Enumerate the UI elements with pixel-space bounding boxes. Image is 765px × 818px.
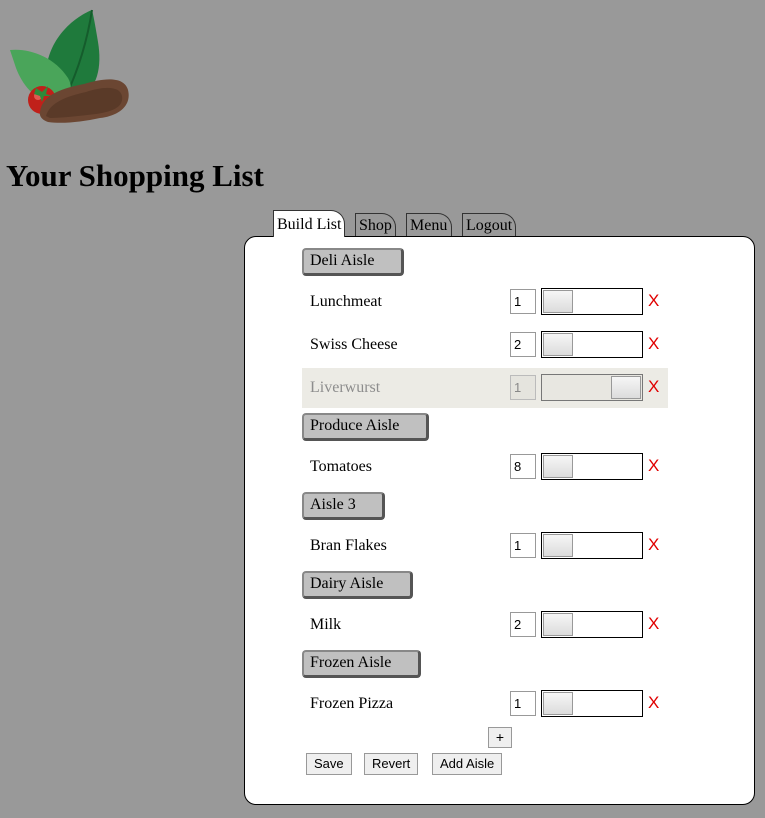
- quantity-input[interactable]: 2: [510, 612, 536, 637]
- save-button[interactable]: Save: [306, 753, 352, 775]
- aisle-button-aisle-3[interactable]: Aisle 3: [302, 492, 385, 520]
- list-item: Lunchmeat 1 X: [302, 282, 668, 322]
- tab-logout[interactable]: Logout: [462, 213, 516, 236]
- quantity-input[interactable]: 1: [510, 289, 536, 314]
- list-item: Swiss Cheese 2 X: [302, 325, 668, 365]
- toggle-knob: [543, 534, 573, 557]
- remove-item-icon[interactable]: X: [648, 377, 659, 397]
- vegetables-steak-logo-icon: [10, 9, 129, 123]
- quantity-input[interactable]: 2: [510, 332, 536, 357]
- revert-button[interactable]: Revert: [364, 753, 419, 775]
- toggle-knob: [543, 455, 573, 478]
- list-item: Frozen Pizza 1 X: [302, 684, 668, 724]
- include-toggle[interactable]: [541, 453, 643, 480]
- aisle-button-dairy[interactable]: Dairy Aisle: [302, 571, 413, 599]
- remove-item-icon[interactable]: X: [648, 614, 659, 634]
- list-item: Bran Flakes 1 X: [302, 526, 668, 566]
- include-toggle[interactable]: [541, 374, 643, 401]
- toggle-knob: [543, 692, 573, 715]
- include-toggle[interactable]: [541, 288, 643, 315]
- toggle-knob: [543, 290, 573, 313]
- list-item-disabled: Liverwurst 1 X: [302, 368, 668, 408]
- tab-shop[interactable]: Shop: [355, 213, 396, 236]
- toggle-knob: [543, 613, 573, 636]
- include-toggle[interactable]: [541, 611, 643, 638]
- remove-item-icon[interactable]: X: [648, 291, 659, 311]
- quantity-input[interactable]: 1: [510, 375, 536, 400]
- include-toggle[interactable]: [541, 331, 643, 358]
- item-name: Tomatoes: [310, 458, 372, 475]
- remove-item-icon[interactable]: X: [648, 456, 659, 476]
- aisle-button-frozen[interactable]: Frozen Aisle: [302, 650, 421, 678]
- remove-item-icon[interactable]: X: [648, 693, 659, 713]
- aisle-button-produce[interactable]: Produce Aisle: [302, 413, 429, 441]
- toggle-knob: [543, 333, 573, 356]
- item-name: Bran Flakes: [310, 537, 387, 554]
- aisle-button-deli[interactable]: Deli Aisle: [302, 248, 404, 276]
- remove-item-icon[interactable]: X: [648, 535, 659, 555]
- include-toggle[interactable]: [541, 532, 643, 559]
- tab-menu[interactable]: Menu: [406, 213, 452, 236]
- list-item: Tomatoes 8 X: [302, 447, 668, 487]
- item-name: Milk: [310, 616, 342, 633]
- list-item: Milk 2 X: [302, 605, 668, 645]
- toggle-knob: [611, 376, 641, 399]
- add-aisle-button[interactable]: Add Aisle: [432, 753, 503, 775]
- quantity-input[interactable]: 8: [510, 454, 536, 479]
- quantity-input[interactable]: 1: [510, 691, 536, 716]
- remove-item-icon[interactable]: X: [648, 334, 659, 354]
- item-name: Frozen Pizza: [310, 695, 394, 712]
- shopping-list-panel: Deli Aisle Lunchmeat 1 X Swiss Cheese 2 …: [244, 236, 755, 805]
- quantity-input[interactable]: 1: [510, 533, 536, 558]
- item-name: Liverwurst: [310, 379, 381, 396]
- page-title: Your Shopping List: [6, 158, 264, 193]
- include-toggle[interactable]: [541, 690, 643, 717]
- item-name: Swiss Cheese: [310, 336, 398, 353]
- item-name: Lunchmeat: [310, 293, 382, 310]
- tab-build-list[interactable]: Build List: [273, 210, 345, 237]
- add-item-button[interactable]: +: [488, 727, 512, 748]
